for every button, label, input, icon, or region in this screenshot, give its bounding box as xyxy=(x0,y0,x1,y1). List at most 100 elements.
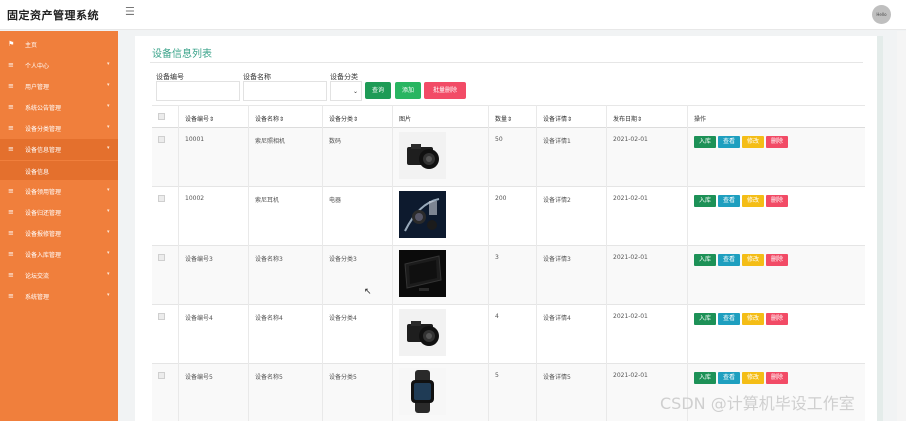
delete-button[interactable]: 删除 xyxy=(766,372,788,384)
view-button[interactable]: 查看 xyxy=(718,254,740,266)
delete-button[interactable]: 删除 xyxy=(766,313,788,325)
cell-category: 数码 xyxy=(329,138,342,145)
stock-in-button[interactable]: 入库 xyxy=(694,136,716,148)
cell-category: 设备分类4 xyxy=(329,315,357,322)
list-icon: ≡ xyxy=(8,124,14,132)
sidebar-item-category[interactable]: ≡ 设备分类管理 ▾ xyxy=(0,118,118,139)
sidebar-item-home[interactable]: ⚑ 主页 xyxy=(0,34,118,55)
row-checkbox[interactable] xyxy=(158,372,165,379)
stock-in-button[interactable]: 入库 xyxy=(694,313,716,325)
sidebar-item-label: 设备分类管理 xyxy=(25,126,62,133)
chevron-down-icon: ⌄ xyxy=(352,88,358,95)
stock-in-button[interactable]: 入库 xyxy=(694,254,716,266)
cell-name: 设备名称3 xyxy=(255,256,283,263)
edit-button[interactable]: 修改 xyxy=(742,136,764,148)
hamburger-icon[interactable]: ☰ xyxy=(125,6,137,18)
cell-category: 电器 xyxy=(329,197,342,204)
header-qty[interactable]: 数量⇕ xyxy=(495,114,512,123)
sidebar-subitem-device-info[interactable]: 设备信息 xyxy=(0,161,118,180)
sidebar-item-users[interactable]: ≡ 用户管理 ▾ xyxy=(0,76,118,97)
sidebar-item-label: 设备入库管理 xyxy=(25,252,62,259)
sidebar-item-label: 个人中心 xyxy=(25,63,50,70)
table-row: 10001 索尼照相机 数码 50 设备详情1 2021-02-01 入库 查看… xyxy=(152,128,865,187)
edit-button[interactable]: 修改 xyxy=(742,195,764,207)
header-name[interactable]: 设备名称⇕ xyxy=(255,114,284,123)
sidebar-item-device-info[interactable]: ≡ 设备信息管理 ▾ xyxy=(0,139,118,160)
list-icon: ≡ xyxy=(8,145,14,153)
row-checkbox[interactable] xyxy=(158,195,165,202)
delete-button[interactable]: 删除 xyxy=(766,195,788,207)
select-all-checkbox[interactable] xyxy=(158,113,165,120)
row-checkbox[interactable] xyxy=(158,254,165,261)
sidebar-item-forum[interactable]: ≡ 论坛交流 ▾ xyxy=(0,265,118,286)
query-button[interactable]: 查询 xyxy=(365,82,391,99)
caret-down-icon: ▾ xyxy=(107,250,110,256)
scrollbar[interactable] xyxy=(897,31,906,421)
caret-down-icon: ▾ xyxy=(107,124,110,130)
sidebar-item-stock-in[interactable]: ≡ 设备入库管理 ▾ xyxy=(0,244,118,265)
cell-date: 2021-02-01 xyxy=(613,195,648,202)
cell-category: 设备分类5 xyxy=(329,374,357,381)
sidebar-item-label: 系统公告管理 xyxy=(25,105,62,112)
tv-image xyxy=(399,250,446,297)
view-button[interactable]: 查看 xyxy=(718,195,740,207)
cell-code: 10002 xyxy=(185,195,205,202)
edit-button[interactable]: 修改 xyxy=(742,254,764,266)
header-category[interactable]: 设备分类⇕ xyxy=(329,114,358,123)
card-edge xyxy=(877,36,883,421)
delete-button[interactable]: 删除 xyxy=(766,136,788,148)
sidebar-item-system[interactable]: ≡ 系统管理 ▾ xyxy=(0,286,118,307)
row-checkbox[interactable] xyxy=(158,136,165,143)
sidebar-item-borrow[interactable]: ≡ 设备领用管理 ▾ xyxy=(0,181,118,202)
sidebar-item-repair[interactable]: ≡ 设备报修管理 ▾ xyxy=(0,223,118,244)
sidebar-item-label: 主页 xyxy=(25,42,38,49)
sidebar-item-personal[interactable]: ≡ 个人中心 ▾ xyxy=(0,55,118,76)
caret-down-icon: ▾ xyxy=(107,61,110,67)
view-button[interactable]: 查看 xyxy=(718,372,740,384)
cell-name: 设备名称5 xyxy=(255,374,283,381)
column-divider xyxy=(322,105,323,421)
delete-button[interactable]: 删除 xyxy=(766,254,788,266)
sidebar-item-return[interactable]: ≡ 设备归还管理 ▾ xyxy=(0,202,118,223)
list-icon: ≡ xyxy=(8,103,14,111)
edit-button[interactable]: 修改 xyxy=(742,372,764,384)
caret-down-icon: ▾ xyxy=(107,229,110,235)
stock-in-button[interactable]: 入库 xyxy=(694,372,716,384)
list-icon: ≡ xyxy=(8,187,14,195)
header-code[interactable]: 设备编号⇕ xyxy=(185,114,214,123)
column-divider xyxy=(392,105,393,421)
edit-button[interactable]: 修改 xyxy=(742,313,764,325)
cell-date: 2021-02-01 xyxy=(613,372,648,379)
app-title: 固定资产管理系统 xyxy=(7,9,99,22)
view-button[interactable]: 查看 xyxy=(718,313,740,325)
column-divider xyxy=(536,105,537,421)
category-select[interactable]: ⌄ xyxy=(330,81,362,101)
header-date[interactable]: 发布日期⇕ xyxy=(613,114,642,123)
cell-code: 设备编号4 xyxy=(185,315,213,322)
caret-down-icon: ▾ xyxy=(107,271,110,277)
cell-detail: 设备详情1 xyxy=(543,138,571,145)
sidebar-item-label: 系统管理 xyxy=(25,294,50,301)
sidebar-item-label: 设备领用管理 xyxy=(25,189,62,196)
column-divider xyxy=(248,105,249,421)
name-input[interactable] xyxy=(243,81,327,101)
view-button[interactable]: 查看 xyxy=(718,136,740,148)
stock-in-button[interactable]: 入库 xyxy=(694,195,716,207)
row-checkbox[interactable] xyxy=(158,313,165,320)
camera-image xyxy=(399,309,446,356)
watch-image xyxy=(399,368,446,415)
cell-detail: 设备详情5 xyxy=(543,374,571,381)
batch-delete-button[interactable]: 批量删除 xyxy=(424,82,466,99)
cell-date: 2021-02-01 xyxy=(613,136,648,143)
add-button[interactable]: 添加 xyxy=(395,82,421,99)
list-icon: ≡ xyxy=(8,292,14,300)
sidebar-item-notice[interactable]: ≡ 系统公告管理 ▾ xyxy=(0,97,118,118)
mouse-cursor-icon: ↖ xyxy=(364,287,372,297)
code-input[interactable] xyxy=(156,81,240,101)
table-header: 设备编号⇕ 设备名称⇕ 设备分类⇕ 图片 数量⇕ 设备详情⇕ 发布日期⇕ 操作 xyxy=(152,105,865,128)
header-detail[interactable]: 设备详情⇕ xyxy=(543,114,572,123)
avatar[interactable]: Hello xyxy=(872,5,891,24)
sidebar-subitem-label: 设备信息 xyxy=(25,169,50,176)
column-divider xyxy=(606,105,607,421)
sidebar-item-label: 设备报修管理 xyxy=(25,231,62,238)
